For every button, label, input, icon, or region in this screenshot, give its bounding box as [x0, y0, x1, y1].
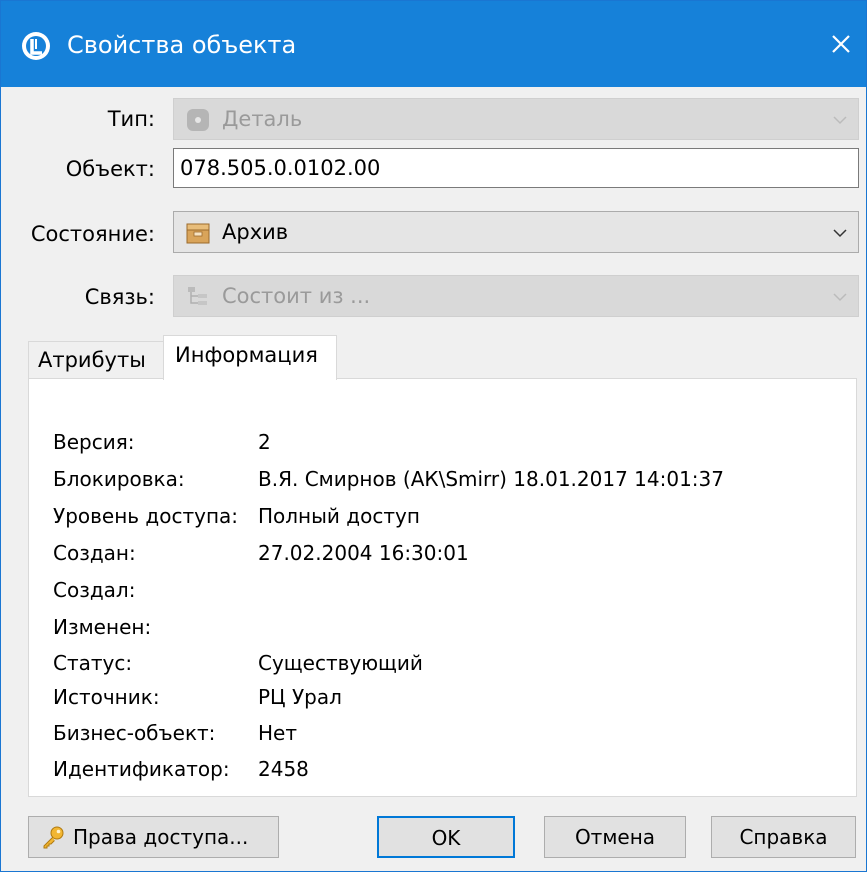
chevron-down-icon [833, 116, 847, 125]
info-row-version: Версия: 2 [53, 428, 843, 458]
info-key: Изменен: [53, 615, 152, 639]
cancel-button[interactable]: Отмена [544, 816, 686, 858]
info-key: Блокировка: [53, 467, 185, 491]
object-label: Объект: [65, 157, 155, 181]
info-row-created-by: Создал: [53, 576, 843, 606]
info-row-access-level: Уровень доступа: Полный доступ [53, 502, 843, 532]
info-key: Источник: [53, 685, 160, 709]
info-value: Нет [258, 721, 297, 745]
info-row-source: Источник: РЦ Урал [53, 683, 843, 713]
info-key: Создан: [53, 541, 136, 565]
type-combobox[interactable]: Деталь [173, 98, 859, 140]
info-key: Уровень доступа: [53, 504, 239, 528]
info-key: Версия: [53, 430, 135, 454]
state-value: Архив [222, 220, 289, 244]
link-value: Состоит из ... [222, 284, 371, 308]
info-value: РЦ Урал [258, 685, 342, 709]
info-key: Статус: [53, 651, 133, 675]
type-label: Тип: [107, 107, 155, 131]
object-value: 078.505.0.0102.00 [180, 156, 381, 180]
chevron-down-icon [833, 293, 847, 302]
help-button[interactable]: Справка [711, 816, 856, 858]
info-value: 27.02.2004 16:30:01 [258, 541, 469, 565]
type-value: Деталь [222, 107, 303, 131]
close-icon[interactable] [824, 27, 858, 61]
info-row-business-object: Бизнес-объект: Нет [53, 719, 843, 749]
archive-box-icon [186, 223, 210, 244]
properties-dialog: Свойства объекта Тип: Деталь Объект: 078… [0, 0, 867, 872]
info-key: Создал: [53, 578, 136, 602]
cancel-label: Отмена [574, 825, 656, 849]
help-label: Справка [739, 825, 828, 849]
app-logo-icon [22, 32, 50, 60]
access-rights-button[interactable]: Права доступа... [28, 816, 279, 858]
info-row-lock: Блокировка: В.Я. Смирнов (АК\Smirr) 18.0… [53, 465, 843, 495]
state-combobox[interactable]: Архив [173, 211, 859, 253]
part-icon [187, 109, 209, 131]
info-value: Существующий [258, 651, 423, 675]
key-icon [43, 826, 64, 849]
info-value: Полный доступ [258, 504, 420, 528]
chevron-down-icon [833, 229, 847, 238]
tab-information[interactable]: Информация [163, 335, 337, 380]
tab-attributes[interactable]: Атрибуты [28, 341, 164, 378]
info-value: 2 [258, 430, 271, 454]
title-bar[interactable]: Свойства объекта [1, 1, 866, 87]
info-value: В.Я. Смирнов (АК\Smirr) 18.01.2017 14:01… [258, 467, 724, 491]
ok-label: OK [431, 826, 461, 850]
tree-structure-icon [188, 287, 207, 305]
info-row-modified: Изменен: [53, 613, 843, 643]
information-panel: Версия: 2 Блокировка: В.Я. Смирнов (АК\S… [28, 378, 857, 797]
info-row-created: Создан: 27.02.2004 16:30:01 [53, 539, 843, 569]
object-field[interactable]: 078.505.0.0102.00 [173, 148, 859, 188]
info-row-status: Статус: Существующий [53, 649, 843, 679]
link-combobox[interactable]: Состоит из ... [173, 275, 859, 317]
link-label: Связь: [84, 285, 155, 309]
access-rights-label: Права доступа... [73, 825, 249, 849]
window-title: Свойства объекта [67, 31, 297, 59]
state-label: Состояние: [30, 222, 155, 246]
info-key: Идентификатор: [53, 757, 230, 781]
info-row-identifier: Идентификатор: 2458 [53, 755, 843, 785]
info-key: Бизнес-объект: [53, 721, 216, 745]
ok-button[interactable]: OK [377, 816, 515, 858]
info-value: 2458 [258, 757, 309, 781]
